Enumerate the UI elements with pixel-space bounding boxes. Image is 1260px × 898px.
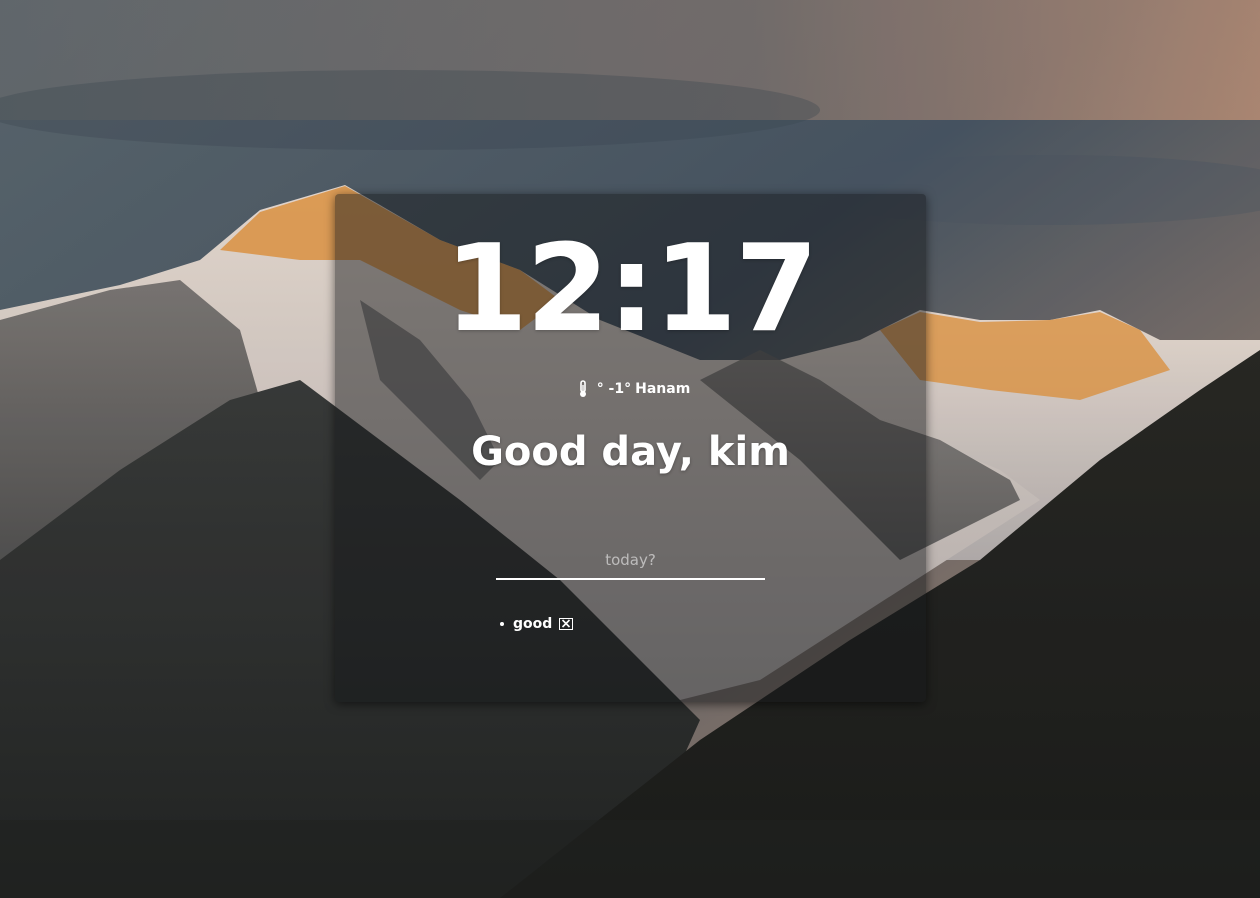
weather-widget: ° -1° Hanam [335, 380, 926, 398]
close-box-icon[interactable] [559, 618, 574, 630]
greeting-text: Good day, kim [471, 429, 790, 475]
bullet-icon [500, 622, 504, 626]
clock-time: 12:17 [444, 220, 819, 359]
weather-temperature: ° -1° [596, 381, 632, 397]
focus-card: 12:17 ° -1° Hanam Good day, kim good [335, 194, 926, 702]
todo-item: good [496, 616, 574, 632]
todo-input[interactable] [496, 542, 765, 580]
todo-item-text: good [513, 616, 553, 632]
thermometer-icon [575, 380, 591, 398]
weather-city: Hanam [635, 381, 691, 397]
todo-list: good [496, 616, 574, 632]
